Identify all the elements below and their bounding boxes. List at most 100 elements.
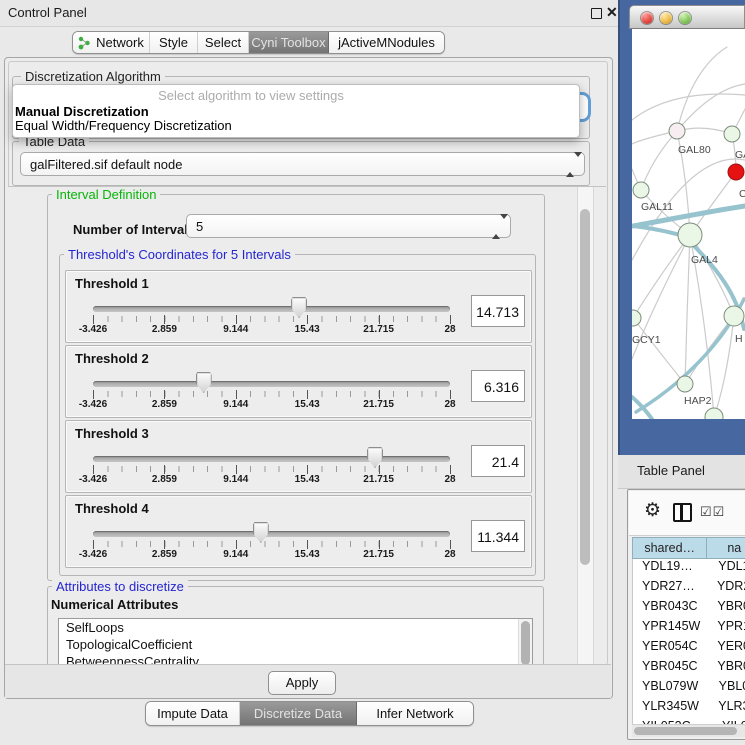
- settings-scrollbar-thumb[interactable]: [580, 209, 590, 565]
- cell-shared-name[interactable]: YBR043C: [633, 599, 707, 619]
- node-right-h[interactable]: [724, 306, 744, 326]
- gear-icon[interactable]: ⚙: [644, 499, 661, 522]
- network-canvas[interactable]: GAL80GACGAL11GAL4GCY1HHAP2: [632, 29, 745, 419]
- network-edge[interactable]: [633, 235, 690, 318]
- threshold-3-slider-thumb[interactable]: [367, 447, 383, 468]
- threshold-4-slider-track[interactable]: [93, 531, 450, 537]
- node-gal11[interactable]: [633, 182, 649, 198]
- threshold-3-value[interactable]: 21.4: [471, 445, 525, 477]
- threshold-4-slider-thumb[interactable]: [253, 522, 269, 543]
- table-row[interactable]: YER054CYER0: [633, 639, 745, 659]
- number-of-intervals-combobox[interactable]: 5: [186, 214, 511, 238]
- zoom-traffic-light-icon[interactable]: [679, 12, 691, 24]
- table-panel-title: Table Panel: [637, 463, 705, 478]
- settings-vertical-scrollbar[interactable]: [577, 187, 594, 665]
- table-row[interactable]: YDL19…YDL1: [633, 559, 745, 579]
- network-edge[interactable]: [677, 47, 727, 131]
- close-traffic-light-icon[interactable]: [641, 12, 653, 24]
- node-label-hap2: HAP2: [684, 395, 712, 407]
- close-icon[interactable]: ✕: [606, 4, 618, 21]
- cell-shared-name[interactable]: YDL19…: [633, 559, 708, 579]
- table-panel: ⚙ ☑☑ shared… na YDL19…YDL1YDR27…YDR2YBR0…: [627, 489, 745, 740]
- node-hap2[interactable]: [677, 376, 693, 392]
- cell-shared-name[interactable]: YBL079W: [633, 679, 709, 699]
- cell-name[interactable]: YBL0: [709, 679, 745, 699]
- table-row[interactable]: YPR145WYPR1: [633, 619, 745, 639]
- tab-style[interactable]: Style: [150, 32, 198, 53]
- interval-definition-group: Interval Definition Number of Intervals …: [47, 194, 545, 581]
- tab-impute-data[interactable]: Impute Data: [146, 702, 240, 725]
- cell-name[interactable]: YDL1: [708, 559, 745, 579]
- table-data-combobox[interactable]: galFiltered.sif default node: [20, 152, 585, 176]
- tick-label: 2.859: [142, 549, 186, 560]
- node-label-c: C: [739, 188, 745, 200]
- attribute-list-item[interactable]: SelfLoops: [59, 619, 532, 636]
- table-hscrollbar-thumb[interactable]: [634, 727, 737, 735]
- tick-major: [164, 465, 165, 474]
- tab-jactivemnodules[interactable]: jActiveMNodules: [329, 32, 444, 53]
- cell-name[interactable]: YER0: [707, 639, 745, 659]
- dropdown-item-manual-discretization[interactable]: Manual Discretization: [15, 104, 149, 119]
- network-window-titlebar[interactable]: [629, 5, 745, 29]
- float-window-icon[interactable]: [591, 8, 602, 19]
- cell-name[interactable]: YLR3: [708, 699, 745, 719]
- table-horizontal-scrollbar[interactable]: [632, 724, 745, 737]
- cell-shared-name[interactable]: YPR145W: [633, 619, 707, 639]
- network-edge[interactable]: [685, 235, 690, 384]
- column-header-shared-name[interactable]: shared…: [632, 537, 707, 559]
- tab-network[interactable]: Network: [73, 32, 150, 53]
- network-edge[interactable]: [677, 84, 745, 131]
- cell-name[interactable]: YDR2: [707, 579, 745, 599]
- tab-discretize-data[interactable]: Discretize Data: [240, 702, 357, 725]
- cell-shared-name[interactable]: YDR27…: [633, 579, 707, 599]
- cell-shared-name[interactable]: YBR045C: [633, 659, 707, 679]
- tab-cyni-toolbox[interactable]: Cyni Toolbox: [249, 32, 329, 53]
- table-row[interactable]: YBR043CYBR0: [633, 599, 745, 619]
- cell-shared-name[interactable]: YER054C: [633, 639, 707, 659]
- network-edge[interactable]: [641, 131, 677, 190]
- column-header-name[interactable]: na: [707, 537, 745, 559]
- threshold-4-value[interactable]: 11.344: [471, 520, 525, 552]
- tick-label: 21.715: [357, 549, 401, 560]
- attributes-list-scrollbar[interactable]: [518, 619, 532, 665]
- table-row[interactable]: YBL079WYBL0: [633, 679, 745, 699]
- table-row[interactable]: YBR045CYBR0: [633, 659, 745, 679]
- minimize-traffic-light-icon[interactable]: [660, 12, 672, 24]
- node-gal4[interactable]: [678, 223, 702, 247]
- split-columns-icon[interactable]: [673, 503, 692, 522]
- table-row[interactable]: YLR345WYLR3: [633, 699, 745, 719]
- threshold-1-slider-thumb[interactable]: [291, 297, 307, 318]
- select-columns-checkboxes-icon[interactable]: ☑☑: [700, 504, 725, 520]
- cell-name[interactable]: YBR0: [707, 659, 745, 679]
- threshold-3-slider-track[interactable]: [93, 456, 450, 462]
- node-top-right[interactable]: [724, 126, 740, 142]
- threshold-2-slider-track[interactable]: [93, 381, 450, 387]
- cell-shared-name[interactable]: YLR345W: [633, 699, 708, 719]
- tab-infer-network[interactable]: Infer Network: [357, 702, 473, 725]
- thresholds-coordinates-group: Threshold's Coordinates for 5 Intervals …: [59, 254, 536, 576]
- table-row[interactable]: YDR27…YDR2: [633, 579, 745, 599]
- threshold-1-value[interactable]: 14.713: [471, 295, 525, 327]
- tick-major: [164, 390, 165, 399]
- cell-name[interactable]: YPR1: [707, 619, 745, 639]
- threshold-3-box: Threshold 3 21.4 -3.4262.8599.14415.4321…: [65, 420, 532, 493]
- dropdown-hint-item[interactable]: Select algorithm to view settings: [13, 88, 489, 103]
- apply-button[interactable]: Apply: [268, 671, 336, 695]
- network-edge[interactable]: [633, 318, 685, 384]
- network-edge-highlighted[interactable]: [632, 397, 652, 419]
- node-gal80[interactable]: [669, 123, 685, 139]
- tick-label: 9.144: [214, 399, 258, 410]
- tab-select[interactable]: Select: [198, 32, 249, 53]
- node-gcy1[interactable]: [632, 310, 641, 326]
- tick-label: 21.715: [357, 399, 401, 410]
- dropdown-item-equal-width-frequency[interactable]: Equal Width/Frequency Discretization: [15, 118, 232, 133]
- threshold-2-slider-thumb[interactable]: [196, 372, 212, 393]
- threshold-2-value[interactable]: 6.316: [471, 370, 525, 402]
- cell-name[interactable]: YBR0: [707, 599, 745, 619]
- numerical-attributes-list[interactable]: SelfLoopsTopologicalCoefficientBetweenne…: [58, 618, 533, 665]
- network-edge[interactable]: [632, 94, 745, 120]
- attribute-list-item[interactable]: TopologicalCoefficient: [59, 636, 532, 653]
- node-red-selected[interactable]: [728, 164, 744, 180]
- node-bottom-cut[interactable]: [705, 408, 723, 419]
- threshold-1-slider-track[interactable]: [93, 306, 450, 312]
